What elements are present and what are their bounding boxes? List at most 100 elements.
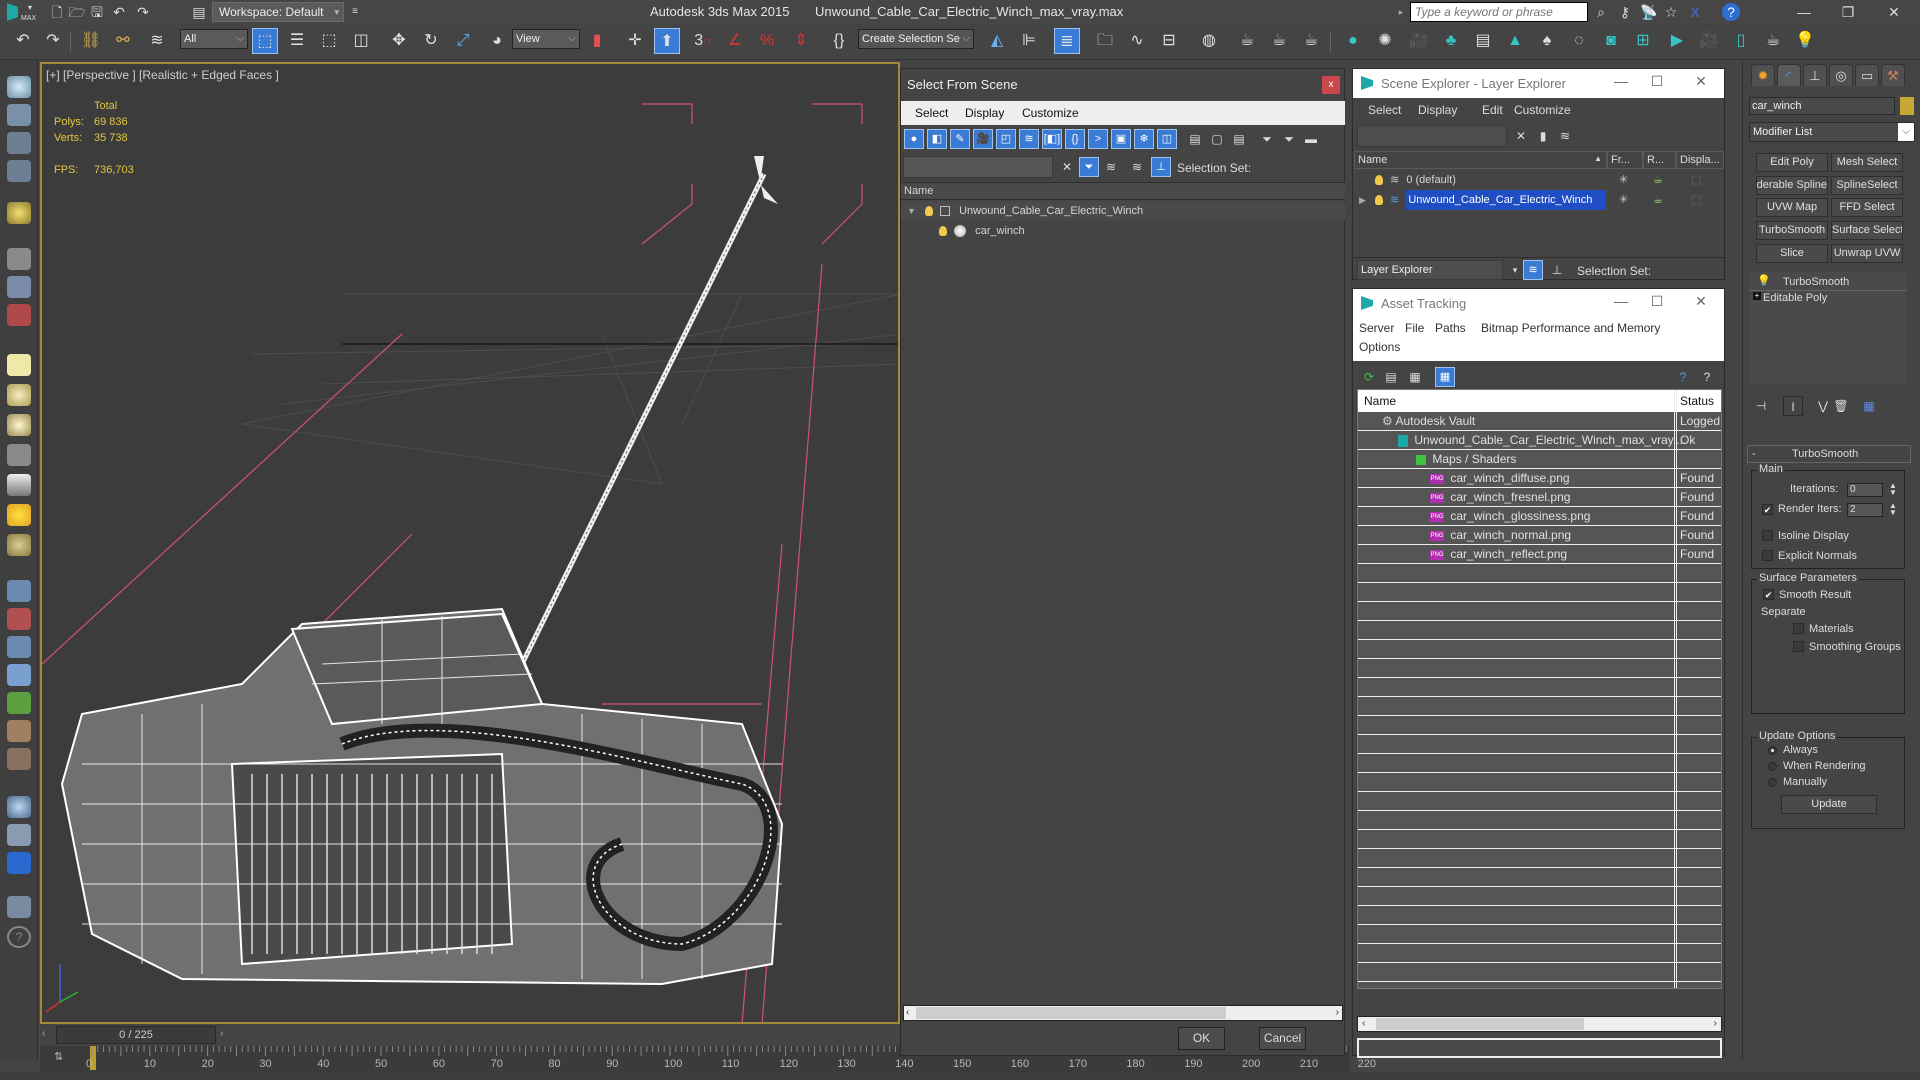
expand-arrow-icon[interactable]: ▼ bbox=[907, 206, 916, 216]
configure-sets-icon[interactable]: ▦ bbox=[1859, 396, 1879, 416]
table-view-icon[interactable]: ▦ bbox=[1435, 367, 1455, 387]
vray-material-icon[interactable]: ☕ bbox=[1760, 28, 1786, 54]
explicit-normals-checkbox[interactable] bbox=[1762, 550, 1773, 561]
light-lister-icon[interactable] bbox=[7, 202, 31, 224]
angle-snap-icon[interactable]: ∠ bbox=[722, 28, 748, 54]
render-production-icon[interactable]: ☕ bbox=[1298, 28, 1324, 54]
display-shapes-icon[interactable]: ◧ bbox=[927, 129, 947, 149]
vray-sphere-fade-icon[interactable]: ◌ bbox=[1566, 28, 1592, 54]
select-none-icon[interactable]: ▢ bbox=[1207, 129, 1227, 149]
vray-mesh-export-icon[interactable]: ♠ bbox=[1534, 28, 1560, 54]
render-teapot-icon[interactable]: ☕ bbox=[1653, 190, 1663, 210]
menu-customize[interactable]: Customize bbox=[1022, 106, 1079, 120]
time-slider[interactable]: ‹ 0 / 225 › bbox=[40, 1026, 900, 1046]
favorites-star-icon[interactable]: ☆ bbox=[1662, 3, 1680, 21]
window-crossing-icon[interactable]: ◫ bbox=[348, 28, 374, 54]
path-field[interactable] bbox=[1357, 1038, 1722, 1058]
scrollbar-thumb[interactable] bbox=[1376, 1018, 1584, 1030]
menu-display[interactable]: Display bbox=[965, 106, 1004, 120]
vray-light-icon[interactable]: ● bbox=[1340, 28, 1366, 54]
asset-row[interactable]: PNG car_winch_fresnel.png Found bbox=[1358, 488, 1721, 507]
project-folder-icon[interactable]: ▤ bbox=[190, 3, 208, 21]
visibility-bulb-icon[interactable] bbox=[939, 226, 947, 237]
ok-button[interactable]: OK bbox=[1178, 1027, 1225, 1050]
help-query-icon[interactable]: ? bbox=[1673, 367, 1693, 387]
restore-button[interactable]: ❐ bbox=[1830, 2, 1866, 22]
asset-row[interactable]: PNG car_winch_normal.png Found bbox=[1358, 526, 1721, 545]
horizontal-scrollbar[interactable]: ‹ › bbox=[1357, 1016, 1722, 1032]
link-icon[interactable]: ⛓ bbox=[78, 28, 104, 54]
rectangular-selection-icon[interactable]: ⬚ bbox=[316, 28, 342, 54]
ornatrix-icon[interactable] bbox=[7, 748, 31, 770]
isoline-display-checkbox[interactable] bbox=[1762, 530, 1773, 541]
prev-frame-icon[interactable]: ‹ bbox=[42, 1028, 45, 1039]
close-button[interactable]: x bbox=[1322, 76, 1340, 94]
list-icon[interactable] bbox=[7, 132, 31, 154]
motion-tab-icon[interactable]: ◎ bbox=[1829, 64, 1853, 86]
menu-bitmap-performance[interactable]: Bitmap Performance and Memory bbox=[1481, 321, 1660, 335]
modifier-button[interactable]: Mesh Select bbox=[1831, 153, 1903, 172]
modifier-button[interactable]: UVW Map bbox=[1756, 198, 1828, 217]
display-lights-icon[interactable]: ✎ bbox=[950, 129, 970, 149]
selection-filter-dropdown[interactable]: All ⌵ bbox=[180, 29, 248, 49]
layer-row-selected[interactable]: ▶ ≋ Unwound_Cable_Car_Electric_Winch ✳ ☕… bbox=[1353, 190, 1724, 210]
display-frozen-icon[interactable]: ❄ bbox=[1134, 129, 1154, 149]
tree-row-object[interactable]: car_winch bbox=[901, 221, 1345, 241]
render-iters-checkbox[interactable]: ✔ bbox=[1762, 504, 1773, 515]
snaps-toggle-icon[interactable]: 3∩ bbox=[690, 28, 716, 54]
undo-icon[interactable]: ↶ bbox=[10, 28, 36, 54]
render-setup-icon[interactable]: ☕ bbox=[1234, 28, 1260, 54]
modifier-button[interactable]: FFD Select bbox=[1831, 198, 1903, 217]
vray-plane-icon[interactable] bbox=[7, 580, 31, 602]
mirror-icon[interactable]: ◭ bbox=[984, 28, 1010, 54]
explorer-mode-dropdown[interactable]: Layer Explorer bbox=[1357, 260, 1503, 280]
modifier-button[interactable]: Edit Poly bbox=[1756, 153, 1828, 172]
place-icon[interactable]: ◕ bbox=[484, 28, 510, 54]
menu-file[interactable]: File bbox=[1405, 321, 1424, 335]
vray-camera-icon[interactable] bbox=[7, 304, 31, 326]
perspective-viewport[interactable]: [+] [Perspective ] [Realistic + Edged Fa… bbox=[40, 62, 900, 1024]
fur-icon[interactable] bbox=[7, 664, 31, 686]
camera-icon[interactable] bbox=[7, 248, 31, 270]
create-tab-icon[interactable]: ✹ bbox=[1751, 64, 1775, 86]
horizontal-scrollbar[interactable]: ‹ › bbox=[903, 1005, 1343, 1021]
status-column-header[interactable]: Status bbox=[1680, 394, 1714, 408]
layer-manager-icon[interactable]: ≣ bbox=[1054, 28, 1080, 54]
menu-edit[interactable]: Edit bbox=[1482, 103, 1503, 117]
update-button[interactable]: Update bbox=[1781, 795, 1877, 814]
physical-camera-icon[interactable] bbox=[7, 276, 31, 298]
sun-icon[interactable] bbox=[7, 504, 31, 526]
modifier-button[interactable]: TurboSmooth bbox=[1756, 221, 1828, 240]
bind-space-warp-icon[interactable]: ≋ bbox=[144, 28, 170, 54]
edit-named-selection-icon[interactable]: {} bbox=[826, 28, 852, 54]
spinner-snap-icon[interactable]: ⇕ bbox=[788, 28, 814, 54]
proxy-icon[interactable] bbox=[7, 636, 31, 658]
tree-row-group[interactable]: ▼ Unwound_Cable_Car_Electric_Winch bbox=[901, 201, 1345, 221]
minimize-button[interactable]: — bbox=[1607, 293, 1635, 309]
columns-icon[interactable]: ▬ bbox=[1301, 129, 1321, 149]
redo-icon[interactable]: ↷ bbox=[40, 28, 66, 54]
asset-row[interactable]: Unwound_Cable_Car_Electric_Winch_max_vra… bbox=[1358, 431, 1721, 450]
asset-row[interactable]: PNG car_winch_glossiness.png Found bbox=[1358, 507, 1721, 526]
dome-light-icon[interactable] bbox=[7, 384, 31, 406]
percent-snap-icon[interactable]: % bbox=[754, 28, 780, 54]
curve-editor-icon[interactable]: ∿ bbox=[1124, 28, 1150, 54]
object-name-input[interactable] bbox=[1749, 97, 1895, 115]
maximize-button[interactable]: ☐ bbox=[1643, 293, 1671, 310]
display-bones-icon[interactable]: > bbox=[1088, 129, 1108, 149]
new-layer-icon[interactable]: ≋ bbox=[1555, 126, 1575, 146]
expand-search-icon[interactable]: ▸ bbox=[1392, 3, 1410, 21]
display-tab-icon[interactable]: ▭ bbox=[1855, 64, 1879, 86]
tree-view-icon[interactable]: ▦ bbox=[1405, 367, 1425, 387]
modifier-button[interactable]: Renderable Spline bbox=[1756, 176, 1828, 195]
modifier-on-bulb-icon[interactable]: 💡 bbox=[1757, 274, 1771, 287]
unlink-icon[interactable]: ⚯ bbox=[110, 28, 136, 54]
hair-farm-icon[interactable] bbox=[7, 720, 31, 742]
rotate-icon[interactable]: ↻ bbox=[418, 28, 444, 54]
sort-by-hierarchy-icon[interactable]: ⊥ bbox=[1547, 260, 1567, 280]
scroll-left-icon[interactable]: ‹ bbox=[906, 1006, 909, 1020]
render-teapot-icon[interactable]: ☕ bbox=[1653, 170, 1663, 190]
clear-search-icon[interactable]: ✕ bbox=[1511, 126, 1531, 146]
display-groups-icon[interactable]: [◧] bbox=[1042, 129, 1062, 149]
clear-search-icon[interactable]: ✕ bbox=[1057, 157, 1077, 177]
